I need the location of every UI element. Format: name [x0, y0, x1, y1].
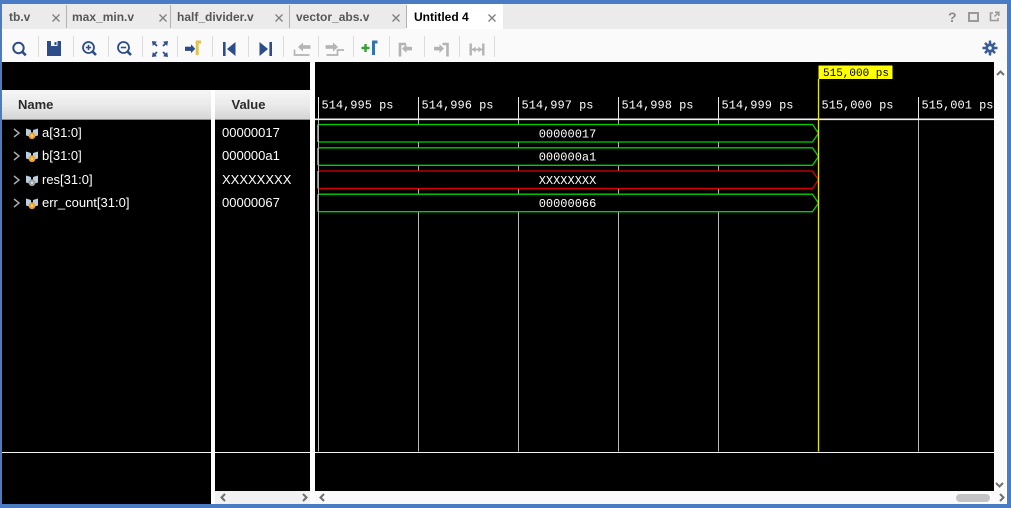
svg-text:515,000 ps: 515,000 ps	[821, 99, 893, 113]
svg-text:514,998 ps: 514,998 ps	[621, 99, 693, 113]
svg-text:00000066: 00000066	[538, 197, 596, 211]
svg-text:514,996 ps: 514,996 ps	[421, 99, 493, 113]
svg-text:515,001 ps: 515,001 ps	[921, 99, 993, 113]
svg-text:XXXXXXXX: XXXXXXXX	[538, 174, 596, 188]
svg-text:514,995 ps: 514,995 ps	[321, 99, 393, 113]
svg-text:514,997 ps: 514,997 ps	[521, 99, 593, 113]
svg-text:514,999 ps: 514,999 ps	[721, 99, 793, 113]
svg-text:00000017: 00000017	[538, 127, 596, 141]
svg-text:000000a1: 000000a1	[538, 151, 596, 165]
svg-text:515,000 ps: 515,000 ps	[823, 68, 889, 80]
